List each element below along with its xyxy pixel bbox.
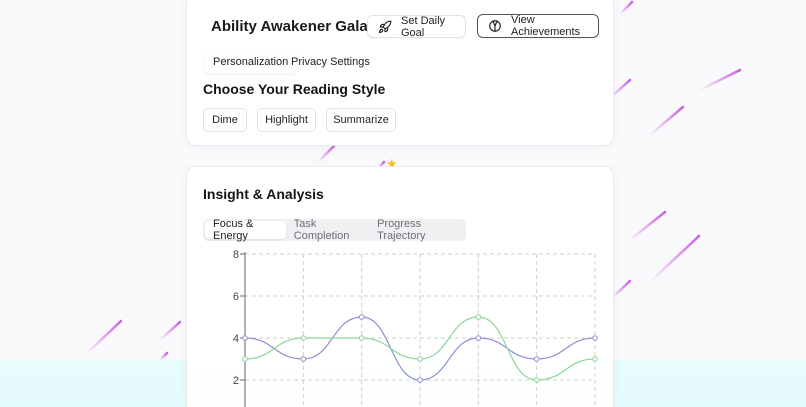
medal-icon — [488, 19, 502, 33]
series-point-1 — [417, 377, 423, 383]
y-tick-label: 4 — [233, 333, 239, 345]
y-tick-label: 6 — [233, 291, 239, 303]
reading-style-title: Choose Your Reading Style — [203, 81, 386, 97]
tab-privacy-settings[interactable]: Privacy Settings — [283, 51, 378, 73]
series-point-1 — [592, 335, 598, 341]
view-achievements-label: View Achievements — [511, 14, 581, 38]
series-point-2 — [358, 335, 365, 341]
y-tick-label: 8 — [233, 249, 239, 261]
series-point-1 — [533, 356, 540, 362]
focus-energy-chart: 2 4 6 8 — [233, 249, 598, 407]
header-card: Ability Awakener Galaxy Set Daily Goal V… — [186, 0, 614, 146]
reading-style-dime-button[interactable]: Dime — [203, 108, 247, 132]
series-point-1 — [358, 314, 365, 320]
series-point-1 — [300, 356, 307, 362]
rocket-icon — [378, 20, 392, 34]
app-title: Ability Awakener Galaxy — [211, 18, 385, 35]
y-tick-label: 2 — [233, 375, 239, 387]
series-point-1 — [475, 335, 482, 341]
set-daily-goal-label: Set Daily Goal — [401, 14, 446, 39]
series-point-2 — [475, 314, 482, 320]
view-achievements-button[interactable]: View Achievements — [477, 14, 599, 38]
series-point-2 — [533, 377, 540, 383]
set-daily-goal-button[interactable]: Set Daily Goal — [367, 14, 466, 39]
series-point-2 — [300, 335, 307, 341]
reading-style-highlight-button[interactable]: Highlight — [257, 108, 316, 132]
series-point-2 — [417, 356, 423, 362]
reading-style-summarize-button[interactable]: Summarize — [326, 108, 396, 132]
series-point-1 — [242, 335, 248, 341]
series-point-2 — [242, 356, 248, 362]
series-point-2 — [592, 356, 598, 362]
